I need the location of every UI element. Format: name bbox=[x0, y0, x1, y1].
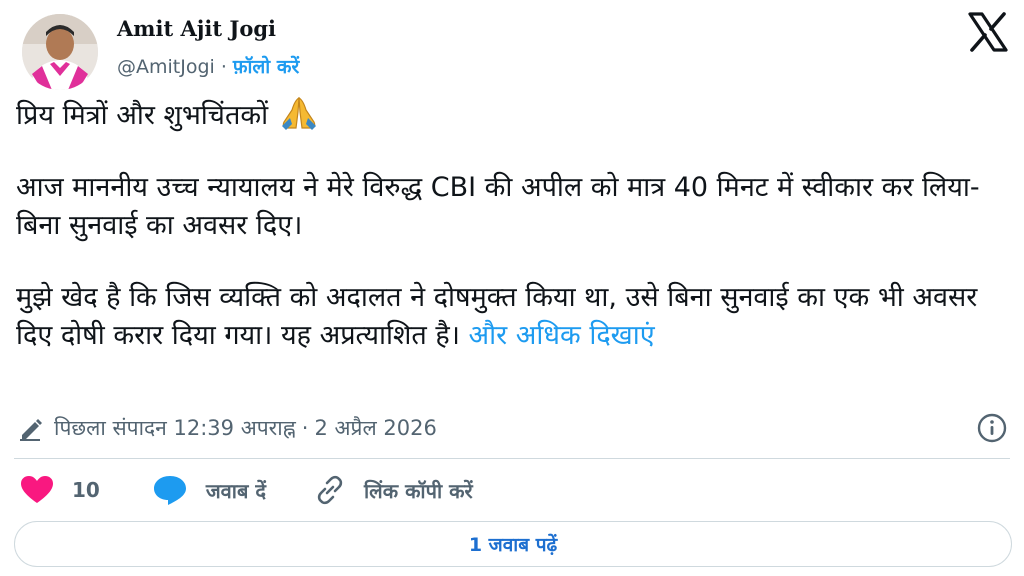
author-handle-row: @AmitJogi · फ़ॉलो करें bbox=[117, 53, 299, 79]
tweet-paragraph-regret: मुझे खेद है कि जिस व्यक्ति को अदालत ने द… bbox=[16, 279, 1006, 355]
follow-button[interactable]: फ़ॉलो करें bbox=[233, 56, 299, 78]
like-count: 10 bbox=[72, 478, 100, 502]
copy-link-button[interactable]: लिंक कॉपी करें bbox=[314, 474, 473, 506]
show-more-link[interactable]: और अधिक दिखाएं bbox=[469, 320, 655, 351]
tweet-text: प्रिय मित्रों और शुभचिंतकों आज माननीय उच… bbox=[16, 96, 1006, 355]
tweet-date: 2 अप्रैल 2026 bbox=[314, 416, 437, 440]
reply-button[interactable]: जवाब दें bbox=[152, 474, 266, 506]
author-name[interactable]: Amit Ajit Jogi bbox=[117, 16, 276, 41]
like-button[interactable]: 10 bbox=[20, 475, 100, 505]
timestamp-row[interactable]: पिछला संपादन 12:39 अपराह्न · 2 अप्रैल 2026 bbox=[18, 412, 437, 444]
tweet-embed-card: Amit Ajit Jogi @AmitJogi · फ़ॉलो करें प्रि… bbox=[0, 0, 1024, 576]
pencil-icon bbox=[20, 419, 42, 441]
handle-separator: · bbox=[220, 56, 227, 78]
read-replies-label: 1 जवाब पढ़ें bbox=[468, 534, 558, 556]
reply-label: जवाब दें bbox=[205, 478, 266, 503]
heart-icon bbox=[21, 476, 53, 503]
speech-bubble-icon bbox=[153, 476, 186, 505]
info-icon[interactable] bbox=[976, 412, 1008, 444]
greeting-text: प्रिय मित्रों और शुभचिंतकों bbox=[16, 100, 269, 131]
read-replies-button[interactable]: 1 जवाब पढ़ें bbox=[14, 521, 1012, 567]
action-bar: 10 जवाब दें लिंक कॉपी करें bbox=[20, 470, 473, 510]
tweet-paragraph-appeal: आज माननीय उच्च न्यायालय ने मेरे विरुद्ध … bbox=[16, 172, 980, 241]
link-icon bbox=[317, 475, 343, 505]
time-separator: · bbox=[301, 416, 309, 440]
x-logo-icon[interactable] bbox=[966, 10, 1010, 54]
divider bbox=[14, 458, 1010, 459]
folded-hands-icon bbox=[282, 96, 317, 130]
edited-label: पिछला संपादन bbox=[54, 416, 167, 440]
author-handle[interactable]: @AmitJogi bbox=[117, 56, 215, 78]
tweet-time: 12:39 अपराह्न bbox=[173, 416, 296, 440]
copy-link-label: लिंक कॉपी करें bbox=[364, 478, 473, 503]
author-avatar[interactable] bbox=[22, 14, 98, 90]
avatar-portrait-icon bbox=[22, 14, 98, 90]
tweet-paragraph-greeting: प्रिय मित्रों और शुभचिंतकों bbox=[16, 96, 1006, 135]
